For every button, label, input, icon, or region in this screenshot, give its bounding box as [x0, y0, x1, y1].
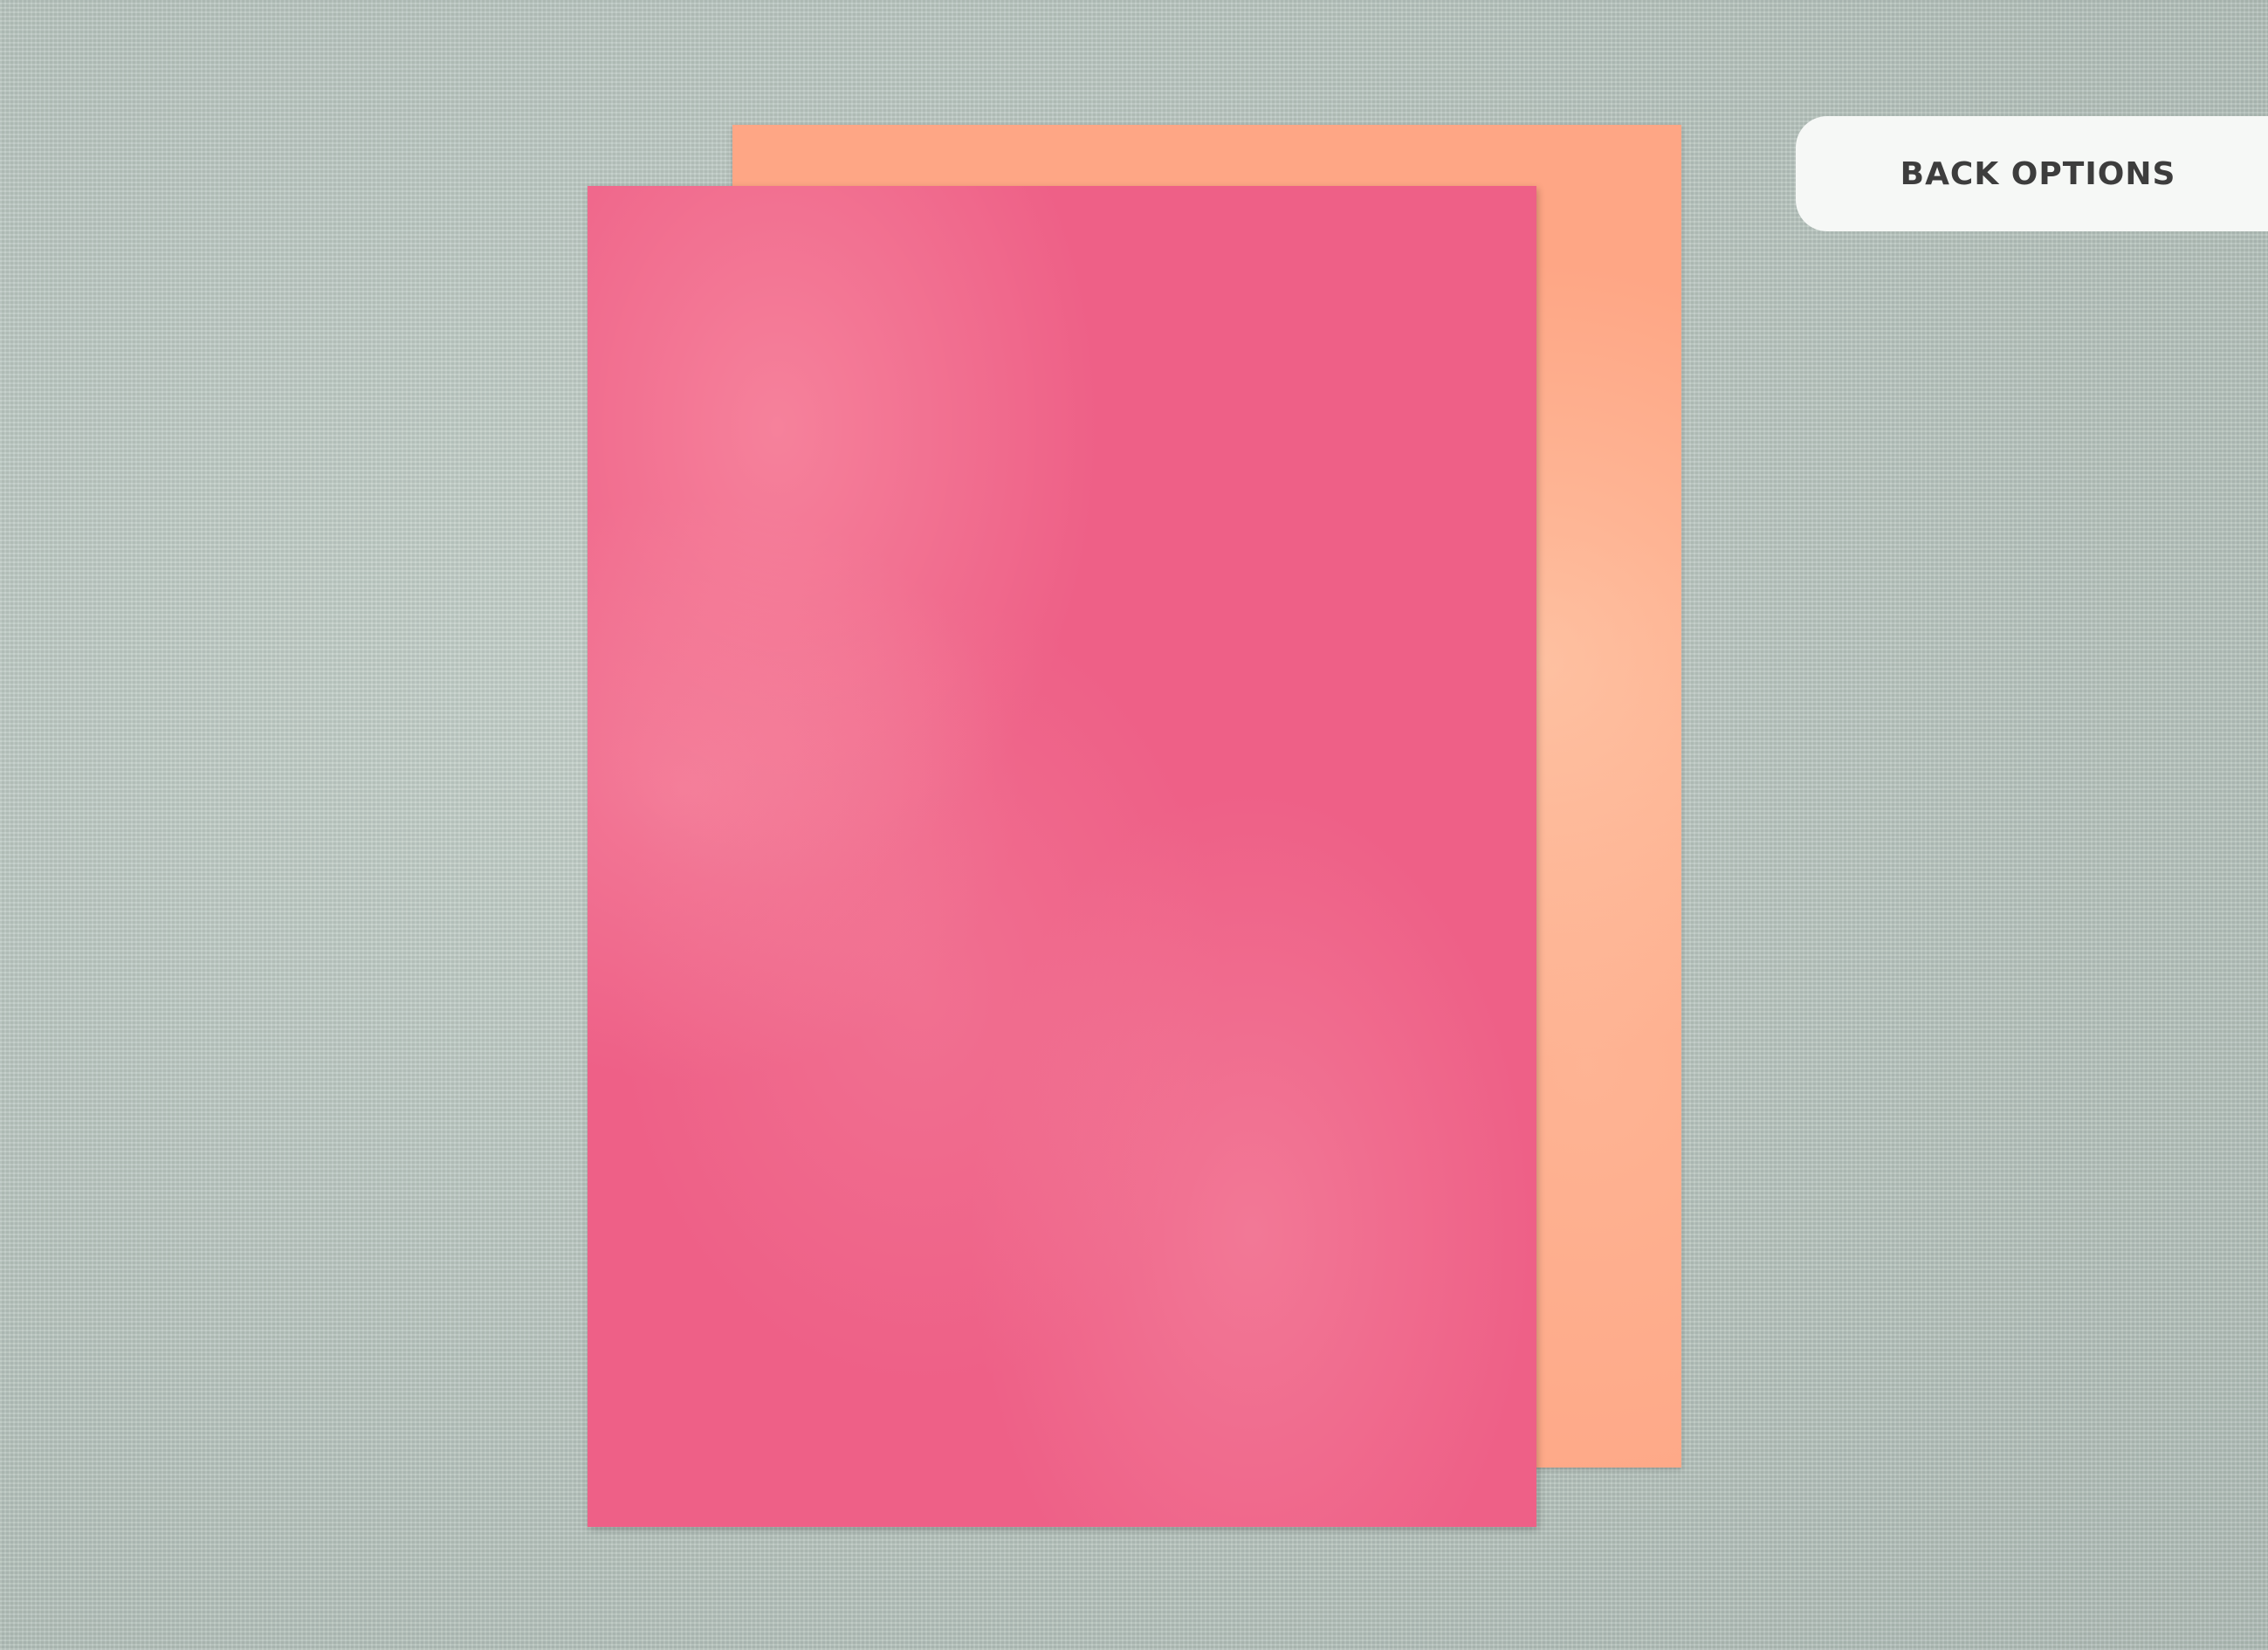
preview-canvas: BACK OPTIONS [0, 0, 2268, 1650]
back-options-label: BACK OPTIONS [1900, 155, 2176, 192]
back-options-button[interactable]: BACK OPTIONS [1796, 116, 2268, 231]
card-back-pink [588, 186, 1536, 1527]
